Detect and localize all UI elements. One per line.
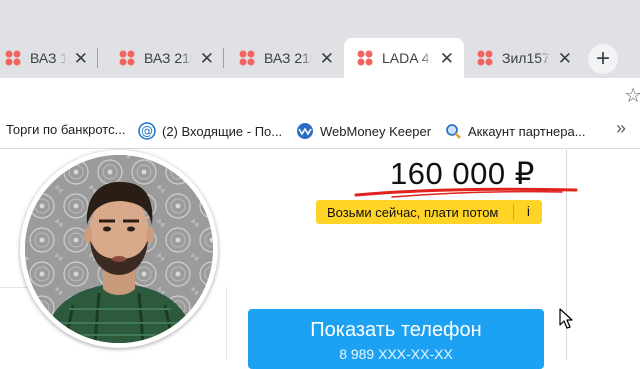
- tab-title: Зил157 к: [502, 50, 550, 66]
- tab-strip: ВАЗ 1111 ✕ ВАЗ 2107 ✕ ВАЗ 2107 ✕ LADA 4x…: [0, 0, 640, 78]
- close-tab-icon[interactable]: ✕: [200, 50, 214, 67]
- bookmark-label: Аккаунт партнера...: [468, 123, 586, 139]
- bookmarks-overflow-icon[interactable]: »: [616, 118, 626, 139]
- magnifier-icon: [446, 124, 461, 139]
- new-tab-button[interactable]: +: [588, 44, 618, 74]
- credit-offer-label: Возьми сейчас, плати потом: [327, 204, 499, 220]
- show-phone-button[interactable]: Показать телефон 8 989 XXX-XX-XX: [248, 309, 544, 369]
- tab-title: ВАЗ 2107: [144, 50, 192, 66]
- bookmark-partner-account[interactable]: Аккаунт партнера...: [444, 122, 586, 140]
- bookmark-label: (2) Входящие - По...: [162, 123, 283, 139]
- webmoney-icon: [297, 123, 313, 139]
- close-tab-icon[interactable]: ✕: [558, 50, 572, 67]
- avito-favicon-icon: [239, 50, 255, 66]
- tab-title: ВАЗ 1111: [30, 50, 66, 66]
- tab-vaz-2107-a[interactable]: ВАЗ 2107 ✕: [106, 38, 224, 78]
- avito-favicon-icon: [119, 50, 135, 66]
- mouse-cursor-icon: [559, 308, 573, 329]
- tab-zil-157[interactable]: Зил157 к ✕: [464, 38, 582, 78]
- webcam-overlay: [20, 150, 218, 348]
- bookmarks-bar: Торги по банкротс... @ (2) Входящие - По…: [0, 112, 640, 149]
- tab-vaz-2107-b[interactable]: ВАЗ 2107 ✕: [226, 38, 344, 78]
- avito-favicon-icon: [477, 50, 493, 66]
- bookmark-label: WebMoney Keeper: [320, 123, 432, 139]
- close-tab-icon[interactable]: ✕: [320, 50, 334, 67]
- tab-title: ВАЗ 2107: [264, 50, 312, 66]
- info-icon[interactable]: i: [527, 203, 530, 219]
- tab-vaz-1111[interactable]: ВАЗ 1111 ✕: [0, 38, 98, 78]
- close-tab-icon[interactable]: ✕: [74, 50, 88, 67]
- badge-divider: [513, 204, 514, 220]
- credit-offer-badge[interactable]: Возьми сейчас, плати потом i: [316, 200, 542, 224]
- bookmark-webmoney[interactable]: WebMoney Keeper: [296, 122, 431, 140]
- browser-toolbar: ☆: [0, 78, 640, 113]
- close-tab-icon[interactable]: ✕: [440, 50, 454, 67]
- tab-lada-4x4[interactable]: LADA 4x4 ✕: [344, 38, 464, 78]
- bookmark-inbox[interactable]: @ (2) Входящие - По...: [138, 122, 282, 140]
- tab-separator: [97, 48, 98, 68]
- avito-favicon-icon: [357, 50, 373, 66]
- tab-separator: [223, 48, 224, 68]
- presenter-avatar: [25, 155, 213, 343]
- avito-favicon-icon: [5, 50, 21, 66]
- price-highlight-stroke: [354, 187, 578, 198]
- bookmark-label: Торги по банкротс...: [6, 122, 126, 137]
- section-divider: [226, 287, 227, 360]
- tab-title: LADA 4x4: [382, 50, 432, 66]
- bookmark-star-icon[interactable]: ☆: [624, 83, 640, 108]
- plus-icon: +: [595, 45, 610, 72]
- mail-at-icon: @: [138, 122, 156, 140]
- show-phone-label: Показать телефон: [310, 319, 482, 341]
- bookmark-torgi[interactable]: Торги по банкротс...: [6, 122, 125, 137]
- svg-text:@: @: [141, 124, 153, 138]
